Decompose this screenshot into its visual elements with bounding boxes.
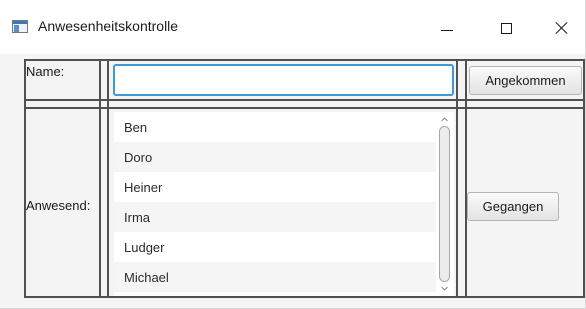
app-window: Anwesenheitskontrolle Name: Angekommen A… [0,0,586,309]
arrived-button[interactable]: Angekommen [469,66,582,95]
chevron-up-icon[interactable] [440,115,449,124]
grid-line [465,59,467,298]
list-item[interactable]: Doro [114,142,436,172]
list-item[interactable]: Heiner [114,172,436,202]
grid-line [107,59,109,298]
close-icon [555,21,569,35]
list-item[interactable]: Ben [114,112,436,142]
name-label: Name: [26,64,65,79]
minimize-icon [441,30,453,31]
grid-line [99,59,101,298]
app-window-icon [12,20,28,33]
grid-line [583,59,585,298]
chevron-down-icon[interactable] [440,284,449,293]
list-item[interactable]: Irma [114,202,436,232]
left-button[interactable]: Gegangen [467,192,559,221]
grid-line [456,59,458,298]
scrollbar-thumb[interactable] [439,126,450,282]
present-label: Anwesend: [26,198,91,213]
list-item[interactable]: Michael [114,262,436,292]
title-bar[interactable]: Anwesenheitskontrolle [0,0,585,54]
list-item[interactable]: Ludger [114,232,436,262]
maximize-button[interactable] [484,8,530,46]
close-button[interactable] [540,8,585,46]
minimize-button[interactable] [424,8,470,46]
grid-line [24,59,26,298]
list-scrollbar[interactable] [437,112,453,296]
name-input[interactable] [113,64,454,96]
window-title: Anwesenheitskontrolle [38,18,179,34]
present-list[interactable]: Ben Doro Heiner Irma Ludger Michael [114,112,454,296]
maximize-icon [501,23,512,34]
